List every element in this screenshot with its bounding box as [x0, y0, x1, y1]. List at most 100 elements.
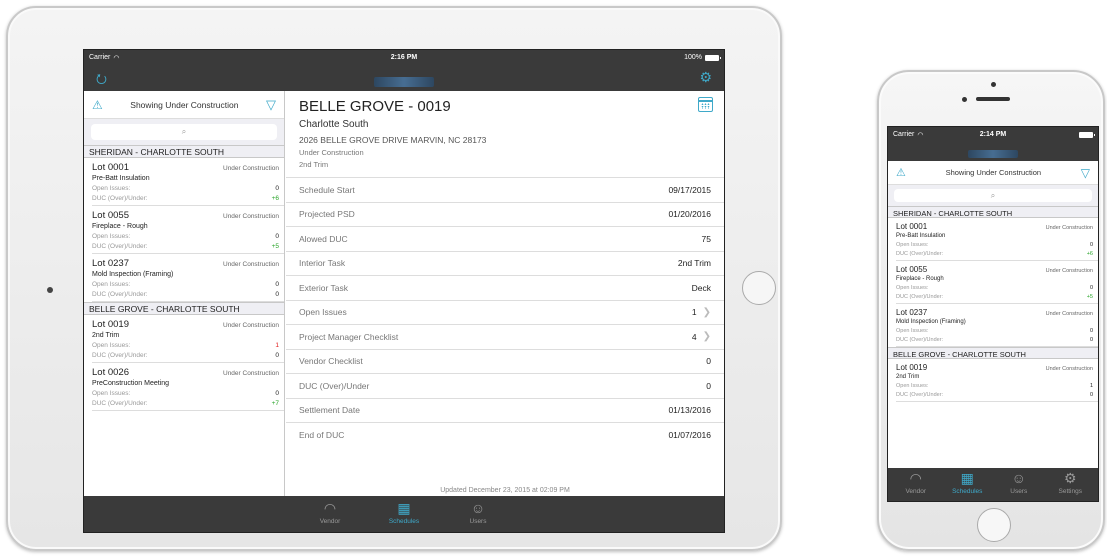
vendor-switch-icon[interactable]: ⭮: [96, 70, 107, 92]
list-item[interactable]: Lot 0026 Under Construction PreConstructi…: [92, 363, 284, 411]
detail-rows: Schedule Start 09/17/2015 Projected PSD 01…: [286, 177, 724, 447]
nav-bar: [888, 142, 1098, 161]
detail-row-end-of-duc: End of DUC 01/07/2016: [286, 422, 724, 447]
lot-status: Under Construction: [1045, 311, 1093, 317]
row-label: DUC (Over)/Under: [299, 380, 370, 391]
tab-schedules[interactable]: ▦ Schedules: [382, 500, 426, 532]
tab-bar: ◠ Vendor ▦ Schedules ☺ Users ⚙ Settings: [888, 468, 1098, 501]
tab-users[interactable]: ☺ Users: [997, 470, 1041, 501]
iphone-screen: Carrier ◠ 2:14 PM ⚠ Showing Under Constr…: [887, 126, 1099, 502]
list-item[interactable]: Lot 0019 Under Construction 2nd Trim Open…: [92, 315, 284, 363]
duc-value: +5: [1086, 294, 1093, 300]
open-issues-value: 1: [275, 342, 279, 349]
duc-label: DUC (Over)/Under:: [92, 243, 148, 250]
calendar-icon[interactable]: [698, 97, 713, 112]
tab-schedules[interactable]: ▦ Schedules: [945, 470, 989, 501]
list-item[interactable]: Lot 0001 Under Construction Pre-Batt Insu…: [896, 218, 1098, 261]
lot-status: Under Construction: [223, 370, 279, 377]
tab-users[interactable]: ☺ Users: [456, 500, 500, 532]
list-item[interactable]: Lot 0237 Under Construction Mold Inspecti…: [896, 304, 1098, 347]
gear-icon[interactable]: ⚙: [699, 69, 712, 86]
detail-address: 2026 BELLE GROVE DRIVE MARVIN, NC 28173: [299, 135, 487, 145]
section-header: SHERIDAN - CHARLOTTE SOUTH: [84, 145, 284, 158]
tab-vendor[interactable]: ◠ Vendor: [308, 500, 352, 532]
list-item[interactable]: Lot 0001 Under Construction Pre-Batt Insu…: [92, 158, 284, 206]
list-item[interactable]: Lot 0055 Under Construction Fireplace - R…: [92, 206, 284, 254]
lot-task: 2nd Trim: [92, 332, 120, 339]
duc-label: DUC (Over)/Under:: [92, 352, 148, 359]
warning-icon[interactable]: ⚠: [92, 98, 103, 112]
ipad-camera: [47, 287, 53, 293]
duc-label: DUC (Over)/Under:: [92, 291, 148, 298]
battery-icon: [705, 54, 721, 61]
iphone-sensor: [962, 97, 967, 102]
detail-row-open-issues[interactable]: Open Issues 1 ❯: [286, 299, 724, 325]
list-item[interactable]: Lot 0019 Under Construction 2nd Trim Open…: [896, 359, 1098, 402]
open-issues-label: Open Issues:: [92, 185, 131, 192]
row-label: Vendor Checklist: [299, 356, 363, 367]
calendar-icon: ▦: [397, 500, 411, 516]
row-value: 75: [701, 233, 711, 244]
status-bar: Carrier ◠ 2:14 PM: [888, 127, 1098, 142]
lot-task: 2nd Trim: [896, 374, 920, 380]
detail-row-allowed-duc: Alowed DUC 75: [286, 226, 724, 251]
lot-status: Under Construction: [1045, 225, 1093, 231]
open-issues-label: Open Issues:: [896, 242, 929, 248]
status-time: 2:16 PM: [390, 54, 418, 61]
detail-row-pm-checklist[interactable]: Project Manager Checklist 4 ❯: [286, 324, 724, 349]
lot-section: BELLE GROVE - CHARLOTTE SOUTH Lot 0019 Un…: [84, 302, 284, 411]
lot-name: Lot 0019: [896, 363, 928, 372]
lot-status: Under Construction: [223, 165, 279, 172]
tab-vendor[interactable]: ◠ Vendor: [894, 470, 938, 501]
row-label: End of DUC: [299, 429, 345, 440]
lot-task: Fireplace - Rough: [896, 276, 944, 282]
detail-row-exterior-task: Exterior Task Deck: [286, 275, 724, 300]
open-issues-value: 0: [1089, 242, 1093, 248]
list-item[interactable]: Lot 0237 Under Construction Mold Inspecti…: [92, 254, 284, 302]
battery-icon: [1079, 131, 1095, 138]
open-issues-label: Open Issues:: [92, 281, 131, 288]
open-issues-label: Open Issues:: [92, 342, 131, 349]
warning-icon[interactable]: ⚠: [896, 166, 906, 179]
lot-section: SHERIDAN - CHARLOTTE SOUTH Lot 0001 Under…: [84, 145, 284, 302]
duc-label: DUC (Over)/Under:: [896, 337, 944, 343]
app-logo: [968, 150, 1018, 158]
ipad-home-button[interactable]: [742, 271, 776, 305]
row-value: 0: [706, 356, 711, 367]
duc-label: DUC (Over)/Under:: [92, 400, 148, 407]
filter-icon[interactable]: ▽: [1081, 166, 1090, 180]
duc-value: 0: [1089, 337, 1093, 343]
status-time: 2:14 PM: [979, 131, 1007, 138]
duc-value: +5: [271, 243, 279, 250]
open-issues-value: 0: [1089, 285, 1093, 291]
lot-task: Fireplace - Rough: [92, 223, 148, 230]
list-item[interactable]: Lot 0055 Under Construction Fireplace - R…: [896, 261, 1098, 304]
lot-name: Lot 0237: [896, 308, 928, 317]
section-header: BELLE GROVE - CHARLOTTE SOUTH: [888, 347, 1098, 359]
lot-name: Lot 0001: [92, 162, 129, 173]
lot-task: Pre-Batt Insulation: [92, 175, 150, 182]
open-issues-label: Open Issues:: [896, 285, 929, 291]
hardhat-icon: ◠: [909, 470, 922, 486]
iphone-home-button[interactable]: [977, 508, 1011, 542]
tab-settings[interactable]: ⚙ Settings: [1048, 470, 1092, 501]
iphone-speaker: [976, 97, 1010, 101]
filter-text: Showing Under Construction: [130, 99, 239, 110]
lot-status: Under Construction: [1045, 268, 1093, 274]
hardhat-icon: ◠: [323, 500, 337, 516]
lot-name: Lot 0001: [896, 222, 928, 231]
row-value: 01/07/2016: [668, 429, 711, 440]
tab-label: Vendor: [319, 518, 341, 525]
row-label: Exterior Task: [299, 282, 348, 293]
search-input[interactable]: ⌕: [894, 189, 1092, 202]
row-label: Settlement Date: [299, 405, 360, 416]
duc-label: DUC (Over)/Under:: [92, 195, 148, 202]
calendar-icon: ▦: [960, 470, 974, 486]
detail-row-vendor-checklist: Vendor Checklist 0: [286, 348, 724, 374]
search-input[interactable]: ⌕: [91, 124, 277, 140]
duc-label: DUC (Over)/Under:: [896, 251, 944, 257]
open-issues-value: 0: [1089, 328, 1093, 334]
filter-icon[interactable]: ▽: [266, 97, 276, 113]
status-bar: Carrier ◠ 2:16 PM 100%: [84, 50, 724, 65]
row-label: Projected PSD: [299, 209, 355, 220]
